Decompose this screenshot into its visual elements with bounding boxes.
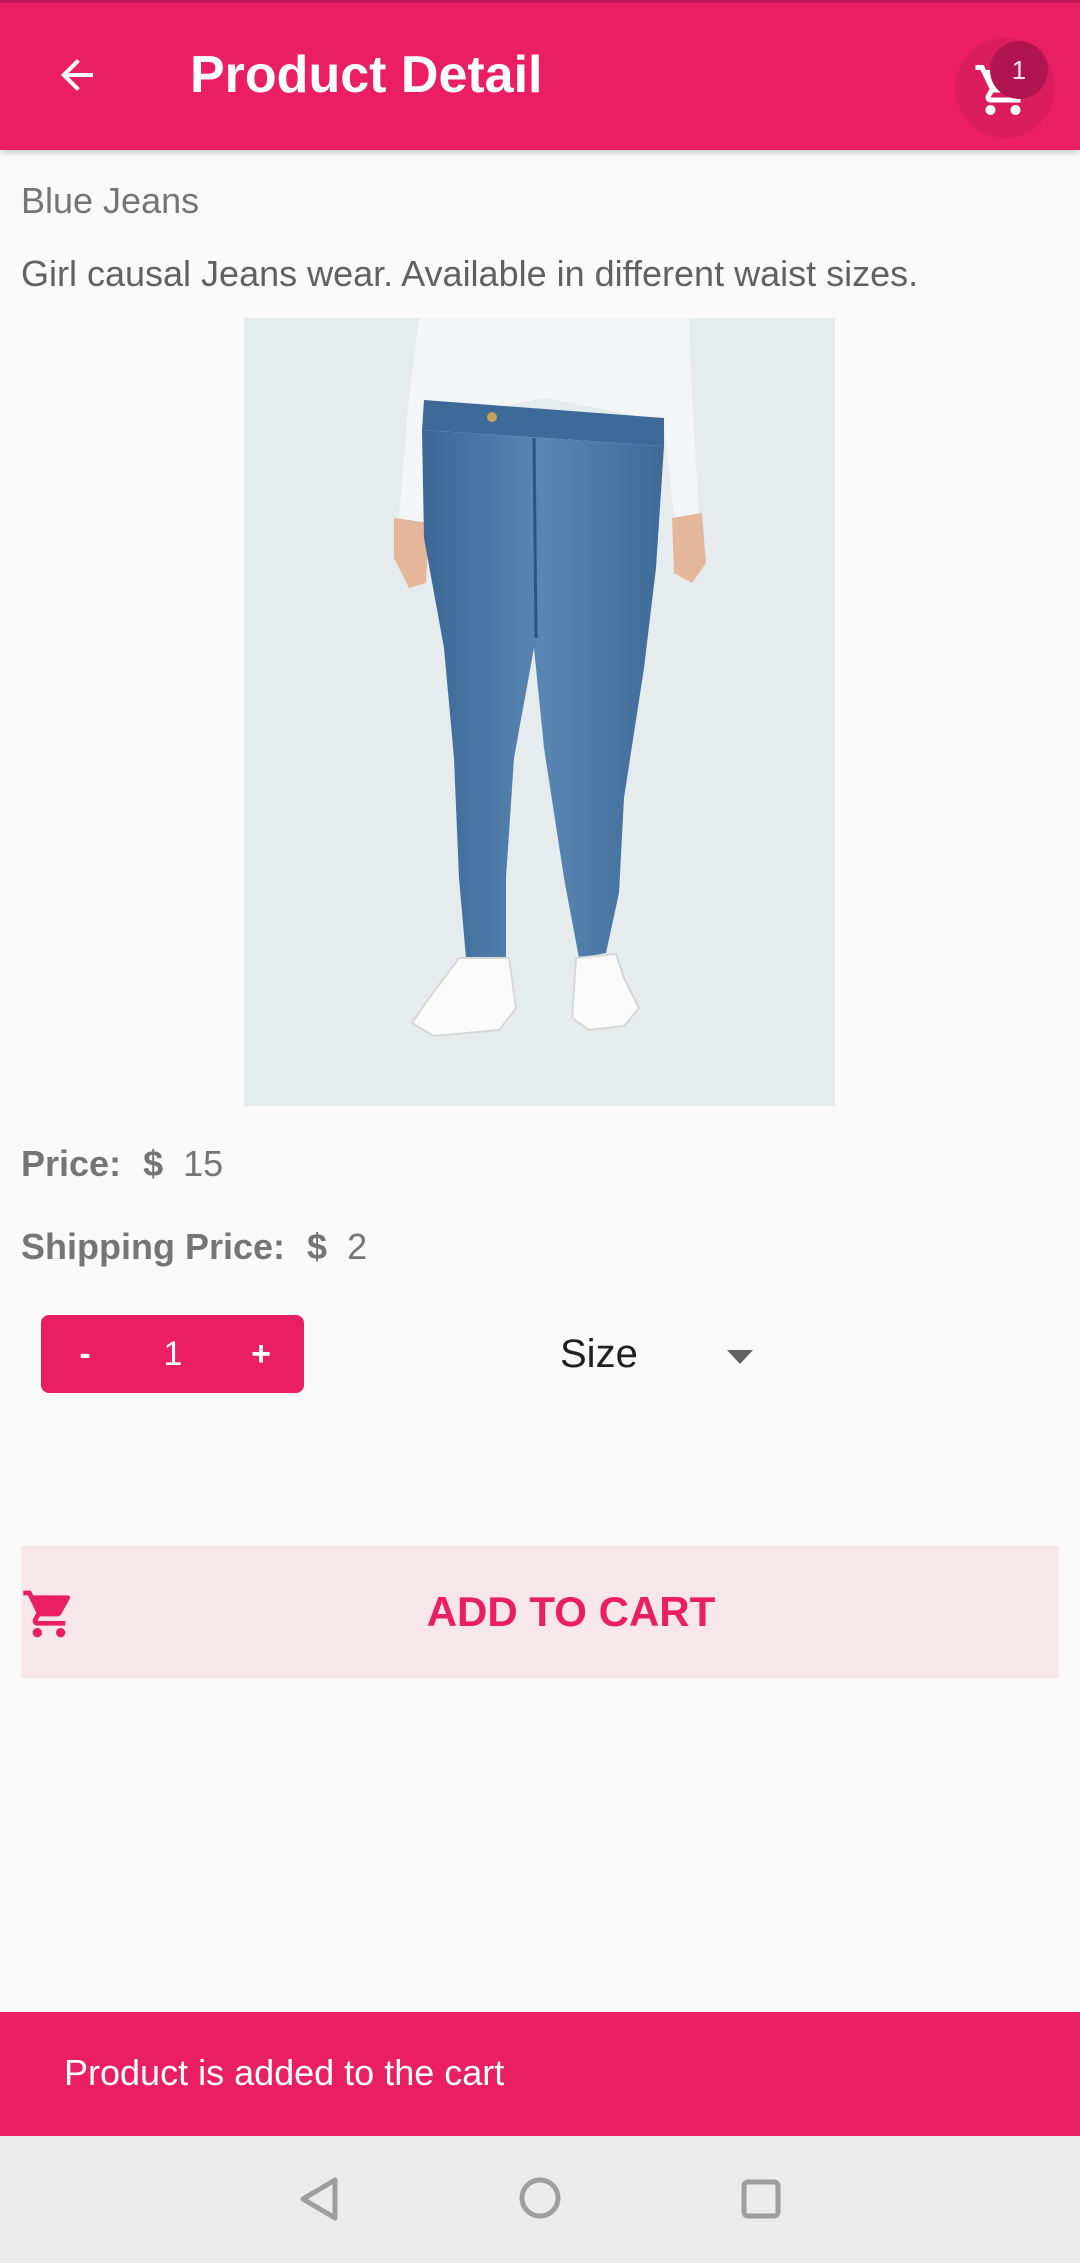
increase-quantity-button[interactable]: + xyxy=(217,1315,305,1393)
page-title: Product Detail xyxy=(190,46,543,104)
shipping-price-label: Shipping Price: xyxy=(21,1226,286,1267)
size-dropdown[interactable]: Size xyxy=(560,1320,760,1390)
recents-square-icon[interactable] xyxy=(740,2178,782,2220)
app-bar: Product Detail 1 xyxy=(0,0,1080,150)
back-triangle-icon[interactable] xyxy=(297,2176,341,2222)
home-circle-icon[interactable] xyxy=(518,2176,562,2220)
system-nav-bar xyxy=(0,2136,1080,2263)
add-to-cart-button[interactable]: ADD TO CART xyxy=(21,1546,1059,1678)
arrow-back-icon xyxy=(61,59,93,91)
cart-count-badge: 1 xyxy=(990,41,1048,99)
product-image xyxy=(244,318,835,1106)
jeans-product-photo xyxy=(244,318,835,1106)
price-row: Price: $15 xyxy=(21,1143,223,1185)
product-description: Girl causal Jeans wear. Available in dif… xyxy=(21,253,919,294)
size-dropdown-label: Size xyxy=(560,1332,638,1376)
snackbar: Product is added to the cart xyxy=(0,2012,1080,2136)
shipping-price-value: 2 xyxy=(347,1226,368,1267)
shipping-currency: $ xyxy=(307,1226,328,1267)
decrease-quantity-button[interactable]: - xyxy=(41,1315,129,1393)
price-currency: $ xyxy=(143,1143,164,1184)
shipping-price-row: Shipping Price: $2 xyxy=(21,1226,367,1268)
quantity-stepper: - 1 + xyxy=(41,1315,304,1393)
product-name: Blue Jeans xyxy=(21,180,200,221)
dropdown-arrow-icon xyxy=(727,1350,753,1364)
quantity-value: 1 xyxy=(163,1335,183,1373)
back-button[interactable] xyxy=(40,38,114,112)
snackbar-message: Product is added to the cart xyxy=(64,2052,505,2093)
price-value: 15 xyxy=(183,1143,224,1184)
price-label: Price: xyxy=(21,1143,122,1184)
add-to-cart-label: ADD TO CART xyxy=(426,1588,716,1635)
